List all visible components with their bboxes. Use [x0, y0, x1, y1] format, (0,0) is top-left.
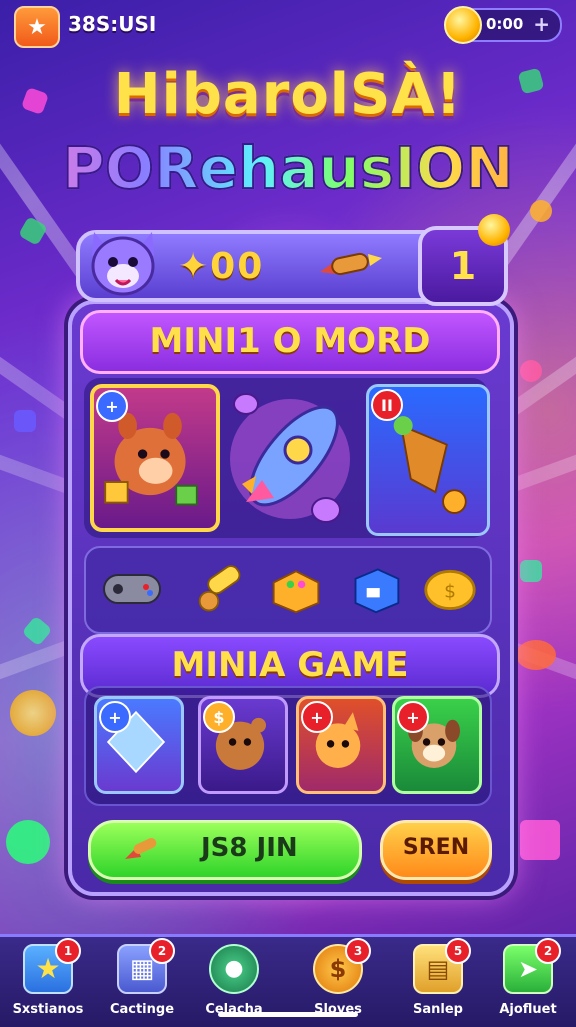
gold-coin-icon[interactable]: $	[418, 560, 482, 618]
secondary-button[interactable]: SREN	[380, 820, 492, 880]
coin-balance[interactable]: 0:00 +	[444, 6, 562, 44]
header-score-value: 00	[210, 246, 265, 287]
nav-label-2: Cactinge	[109, 1002, 175, 1017]
nav-label-5: Sanlep	[413, 1002, 463, 1017]
nav-label-1: Sxstianos	[12, 1002, 84, 1017]
level-value: 1	[449, 244, 477, 288]
add-coins-button[interactable]: +	[533, 12, 550, 36]
nav-item-6[interactable]: ➤ 2 Ajofluet	[488, 938, 568, 1020]
blue-cube-icon[interactable]	[344, 560, 408, 618]
cat-game-tile[interactable]: +	[296, 696, 386, 794]
play-button[interactable]: JS8 JIN	[88, 820, 362, 880]
coin-nav-icon: $ 3	[313, 938, 371, 994]
nav-item-5[interactable]: ▤ 5 Sanlep	[398, 938, 478, 1020]
rocket-center[interactable]	[222, 384, 358, 534]
drill-rocket-card[interactable]: II	[366, 384, 490, 536]
back-arrow-icon: ★	[27, 14, 47, 40]
nav-badge-2: 2	[149, 938, 175, 964]
dog-game-tile[interactable]: +	[392, 696, 482, 794]
nav-badge-4: 3	[345, 938, 371, 964]
card-badge-3: II	[371, 389, 403, 421]
chest-icon: ▤ 5	[413, 938, 471, 994]
section-title-1: MINI1 O MORD	[80, 310, 500, 374]
rocket-small-icon	[125, 838, 157, 859]
coin-icon	[444, 6, 482, 44]
character-icon: ●	[209, 944, 259, 994]
game-title-line2: PORehausION	[0, 133, 576, 203]
squirrel-card[interactable]: +	[90, 384, 220, 532]
gamepad-icon[interactable]	[100, 560, 164, 618]
nav-item-3[interactable]: ● Celacha	[194, 944, 274, 1020]
cat-mascot-icon	[91, 232, 155, 296]
rocket-icon	[320, 252, 382, 276]
nav-item-2[interactable]: ▦ 2 Cactinge	[102, 938, 182, 1020]
top-score-text: 38S:USI	[68, 12, 157, 36]
nav-item-4[interactable]: $ 3 Sloves	[298, 938, 378, 1020]
game-badge-4: +	[397, 701, 429, 733]
game-badge-1: +	[99, 701, 131, 733]
nav-item-1[interactable]: ★ 1 Sxstianos	[8, 938, 88, 1020]
level-coin-icon	[478, 214, 510, 246]
game-title-line1: HibarolSÀ!	[113, 62, 463, 127]
star-icon: ★ 1	[23, 938, 81, 994]
nav-label-6: Ajofluet	[499, 1002, 557, 1017]
top-bar: ★ 38S:USI 0:00 +	[0, 0, 576, 48]
nav-badge-1: 1	[55, 938, 81, 964]
nav-badge-5: 5	[445, 938, 471, 964]
grid-icon: ▦ 2	[117, 938, 175, 994]
arrow-icon: ➤ 2	[503, 938, 561, 994]
play-button-label: JS8 JIN	[201, 833, 298, 863]
header-score: ✦00	[178, 246, 265, 287]
crystal-game-tile[interactable]: +	[94, 696, 184, 794]
svg-text:$: $	[444, 581, 456, 602]
coin-value: 0:00	[486, 15, 524, 33]
rocket-ship-icon	[230, 393, 350, 523]
game-badge-2: $	[203, 701, 235, 733]
cannon-icon[interactable]	[190, 560, 254, 618]
back-button[interactable]: ★	[14, 6, 60, 48]
bear-game-tile[interactable]: $	[198, 696, 288, 794]
card-badge-1: +	[96, 390, 128, 422]
dice-box-icon[interactable]	[264, 560, 328, 618]
game-badge-3: +	[301, 701, 333, 733]
home-indicator[interactable]	[218, 1012, 358, 1017]
nav-badge-6: 2	[535, 938, 561, 964]
